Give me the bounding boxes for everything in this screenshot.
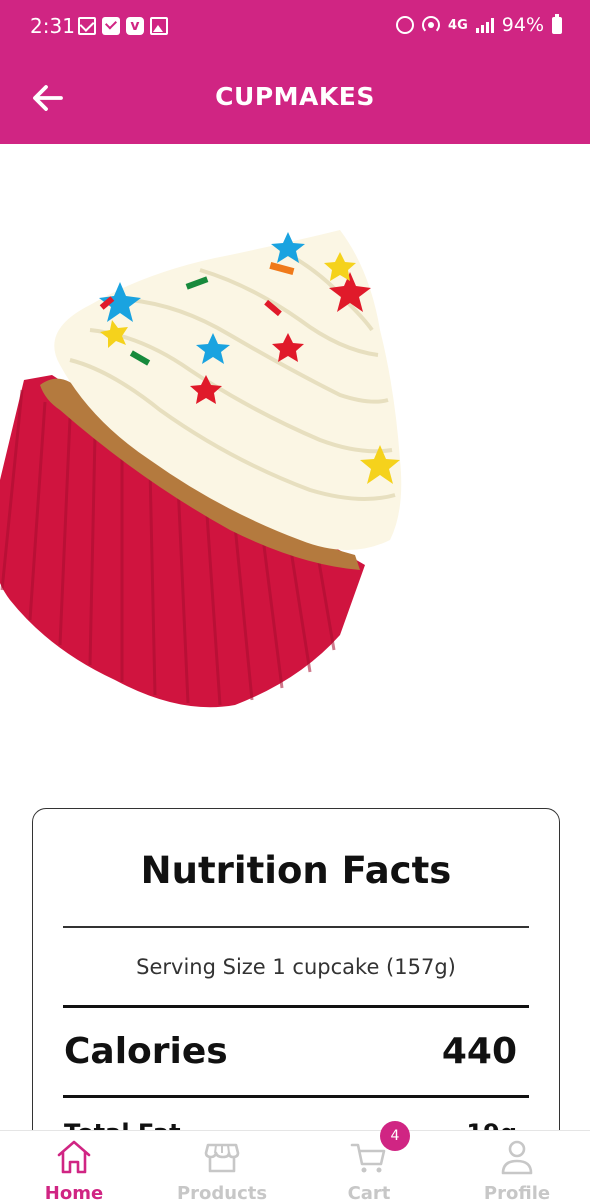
person-icon — [501, 1140, 533, 1175]
nav-profile[interactable]: Profile — [452, 1131, 582, 1202]
divider — [63, 1095, 529, 1098]
nav-cart-label: Cart — [347, 1183, 391, 1202]
bottom-navigation: Home Products 4 Cart Profile — [0, 1121, 590, 1202]
battery-icon — [552, 13, 562, 34]
nav-products-label: Products — [176, 1183, 268, 1202]
divider — [63, 1005, 529, 1008]
app-bar: CUPMAKES — [0, 56, 590, 144]
store-icon — [204, 1143, 240, 1173]
page-title: CUPMAKES — [215, 82, 375, 111]
status-bar: 2:31 v 4G 94% — [0, 0, 590, 56]
divider — [63, 926, 529, 928]
check-notification-icon — [102, 17, 120, 35]
nutrition-title: Nutrition Facts — [140, 849, 452, 892]
nav-home[interactable]: Home — [9, 1131, 139, 1202]
serving-size: Serving Size 1 cupcake (157g) — [136, 955, 456, 979]
nav-home-label: Home — [44, 1183, 104, 1202]
nav-profile-label: Profile — [483, 1183, 551, 1202]
network-type: 4G — [448, 17, 468, 33]
cart-count-badge: 4 — [380, 1121, 410, 1151]
v-app-icon: v — [126, 17, 144, 35]
battery-percentage: 94% — [501, 14, 544, 36]
system-indicators: 4G 94% — [396, 13, 562, 36]
gallery-icon — [150, 17, 168, 35]
signal-icon — [475, 17, 494, 33]
calories-label: Calories — [64, 1031, 228, 1072]
hotspot-icon — [422, 16, 441, 34]
nav-cart[interactable]: 4 Cart — [304, 1121, 434, 1202]
status-time: 2:31 — [30, 14, 75, 38]
notification-icons: v — [78, 17, 168, 35]
calories-value: 440 — [441, 1031, 517, 1072]
nav-products[interactable]: Products — [157, 1131, 287, 1202]
cupcake-image — [0, 230, 402, 708]
gmail-icon — [78, 17, 96, 35]
alarm-icon — [396, 16, 415, 34]
home-icon — [57, 1140, 91, 1174]
